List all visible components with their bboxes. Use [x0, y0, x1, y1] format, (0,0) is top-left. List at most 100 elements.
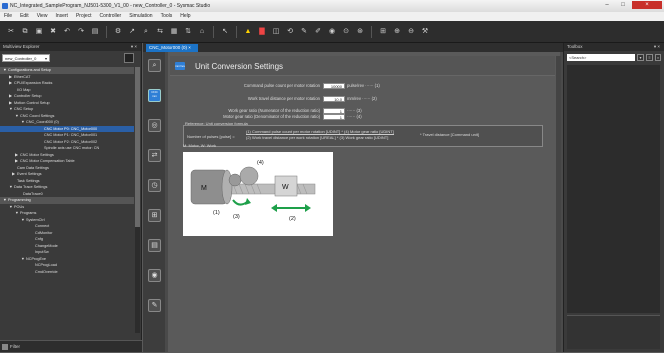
menu-insert[interactable]: Insert: [55, 12, 68, 21]
menu-project[interactable]: Project: [76, 12, 92, 21]
controller-select[interactable]: new_Controller_0 ▾: [2, 54, 50, 62]
build-icon[interactable]: ⚙: [113, 27, 123, 37]
explorer-toggle-button[interactable]: [124, 53, 134, 63]
tree-item-label: DataTrace0: [23, 191, 43, 196]
app-icon: [2, 3, 8, 9]
motor-face: [221, 169, 233, 205]
limit-settings-icon[interactable]: ⇄: [148, 149, 161, 162]
filter-bar[interactable]: Filter: [0, 340, 142, 352]
search-dropdown-icon[interactable]: ▾: [637, 54, 644, 61]
cmd-pulse-label: Command pulse count per motor rotation: [243, 83, 320, 88]
other-settings-icon[interactable]: ✎: [148, 299, 161, 312]
page-title: Unit Conversion Settings: [195, 62, 284, 71]
watch-icon[interactable]: ⊙: [341, 27, 351, 37]
tree-item[interactable]: CmdOverride: [0, 269, 134, 276]
diagram-caption: M: Motor, W: Work: [183, 143, 216, 148]
menu-help[interactable]: Help: [180, 12, 190, 21]
tree-item-label: CNC Motor Compensation Table: [20, 159, 75, 163]
force-off-icon[interactable]: ✐: [313, 27, 323, 37]
grid-icon[interactable]: ▦: [169, 27, 179, 37]
arrow-icon[interactable]: ↗: [127, 27, 137, 37]
homing-settings-icon[interactable]: ◷: [148, 179, 161, 192]
tree-item-label: SystemCtrl: [26, 217, 45, 222]
work-travel-unit: mm/rev ······ (2): [347, 96, 377, 101]
unit-conversion-header-icon: mm/rev: [175, 62, 185, 70]
sync-icon[interactable]: ⟲: [285, 27, 295, 37]
window-title: NC_Integrated_SampleProgram_NJ501-5300_V…: [10, 3, 211, 9]
multiview-explorer-panel: Multiview Explorer ▾ × new_Controller_0 …: [0, 43, 142, 340]
menu-tools[interactable]: Tools: [161, 12, 173, 21]
transfer-icon[interactable]: ⇅: [183, 27, 193, 37]
copy-icon[interactable]: ⧉: [20, 27, 30, 37]
gear-small: [228, 173, 242, 187]
zoom-in-icon[interactable]: ⊕: [392, 27, 402, 37]
position-count-icon[interactable]: ⊞: [148, 209, 161, 222]
tree-scrollbar-thumb[interactable]: [135, 67, 140, 227]
tree-item-label: NCProgExe: [26, 256, 47, 261]
settings-icon[interactable]: ⚒: [420, 27, 430, 37]
force-on-icon[interactable]: ✎: [299, 27, 309, 37]
menu-view[interactable]: View: [37, 12, 48, 21]
tree-item-label: CdMonitor: [35, 230, 53, 235]
minimize-button[interactable]: –: [600, 1, 614, 9]
pin-icon[interactable]: ▾ ×: [654, 43, 660, 51]
cmd-pulse-input[interactable]: 10000: [323, 83, 345, 89]
menu-controller[interactable]: Controller: [100, 12, 122, 21]
undo-icon[interactable]: ↶: [62, 27, 72, 37]
monitor-icon[interactable]: ◉: [327, 27, 337, 37]
unit-conversion-icon[interactable]: CNC mm: [148, 89, 161, 102]
search-clear-icon[interactable]: ×: [655, 54, 661, 61]
gear-denominator-input[interactable]: 1: [323, 114, 345, 120]
toolbox-panel: Toolbox ▾ × <Search> ▾ ≡ ×: [563, 43, 664, 352]
toolbox-title: Toolbox ▾ ×: [564, 43, 664, 51]
offline-icon[interactable]: ◫: [271, 27, 281, 37]
work-travel-input[interactable]: 10.0: [323, 96, 345, 102]
operation-settings-icon[interactable]: ◎: [148, 119, 161, 132]
axis-basic-icon[interactable]: ⌕: [148, 59, 161, 72]
search-options-icon[interactable]: ≡: [646, 54, 653, 61]
servo-drive-icon[interactable]: ▤: [148, 239, 161, 252]
toolbox-description: [567, 315, 660, 349]
tab-cnc-motor000[interactable]: CNC_Motor000 (0) ×: [146, 44, 198, 52]
menu-simulation[interactable]: Simulation: [129, 12, 152, 21]
toolbar-separator: [236, 25, 237, 38]
layout-icon[interactable]: ⊞: [378, 27, 388, 37]
compare-icon[interactable]: ⇆: [155, 27, 165, 37]
editor-scrollbar[interactable]: [556, 56, 561, 352]
maximize-button[interactable]: □: [616, 1, 630, 9]
redo-icon[interactable]: ↷: [76, 27, 86, 37]
toolbox-list: [567, 65, 660, 313]
tree-item-label: Controller Setup: [14, 94, 42, 98]
pointer-icon[interactable]: ↖: [220, 27, 230, 37]
travel-arrowhead-left: [271, 204, 277, 212]
cmd-pulse-unit: pulse/rev ······ (1): [347, 83, 380, 88]
cut-icon[interactable]: ✂: [6, 27, 16, 37]
config-icon[interactable]: ⌂: [197, 27, 207, 37]
tree-item-label: POUs: [14, 204, 25, 209]
formula-rhs: * Travel distance [Command unit]: [420, 132, 479, 137]
tree-item-label: Connect: [35, 224, 50, 228]
toolbox-search-input[interactable]: <Search>: [567, 54, 635, 61]
warning-icon[interactable]: ▲: [243, 27, 253, 37]
motor-body: [190, 169, 228, 205]
search-icon[interactable]: ⌕: [141, 27, 151, 37]
zoom-out-icon[interactable]: ⊖: [406, 27, 416, 37]
pin-icon[interactable]: ▾ ×: [131, 43, 137, 51]
delete-icon[interactable]: ✖: [48, 27, 58, 37]
menu-file[interactable]: File: [4, 12, 12, 21]
filter-label: Filter: [10, 344, 20, 349]
work-travel-label: Work travel distance per motor rotation: [247, 96, 320, 101]
menu-edit[interactable]: Edit: [20, 12, 29, 21]
save-icon[interactable]: ▤: [90, 27, 100, 37]
project-tree: ▼Configurations and Setup ▶ EtherCAT ▶ CPU/E…: [0, 67, 134, 275]
close-button[interactable]: ×: [632, 1, 662, 9]
paste-icon[interactable]: ▣: [34, 27, 44, 37]
online-icon[interactable]: ▇: [257, 27, 267, 37]
label-2: (2): [289, 216, 296, 222]
tree-item-label: Data Trace Settings: [14, 185, 48, 189]
label-3: (3): [233, 214, 240, 220]
menu-bar: File Edit View Insert Project Controller…: [0, 12, 664, 21]
encoder-icon[interactable]: ◉: [148, 269, 161, 282]
simulation-icon[interactable]: ⊛: [355, 27, 365, 37]
formula-box: Number of pulses [pulse] = (1) Command p…: [183, 125, 543, 147]
